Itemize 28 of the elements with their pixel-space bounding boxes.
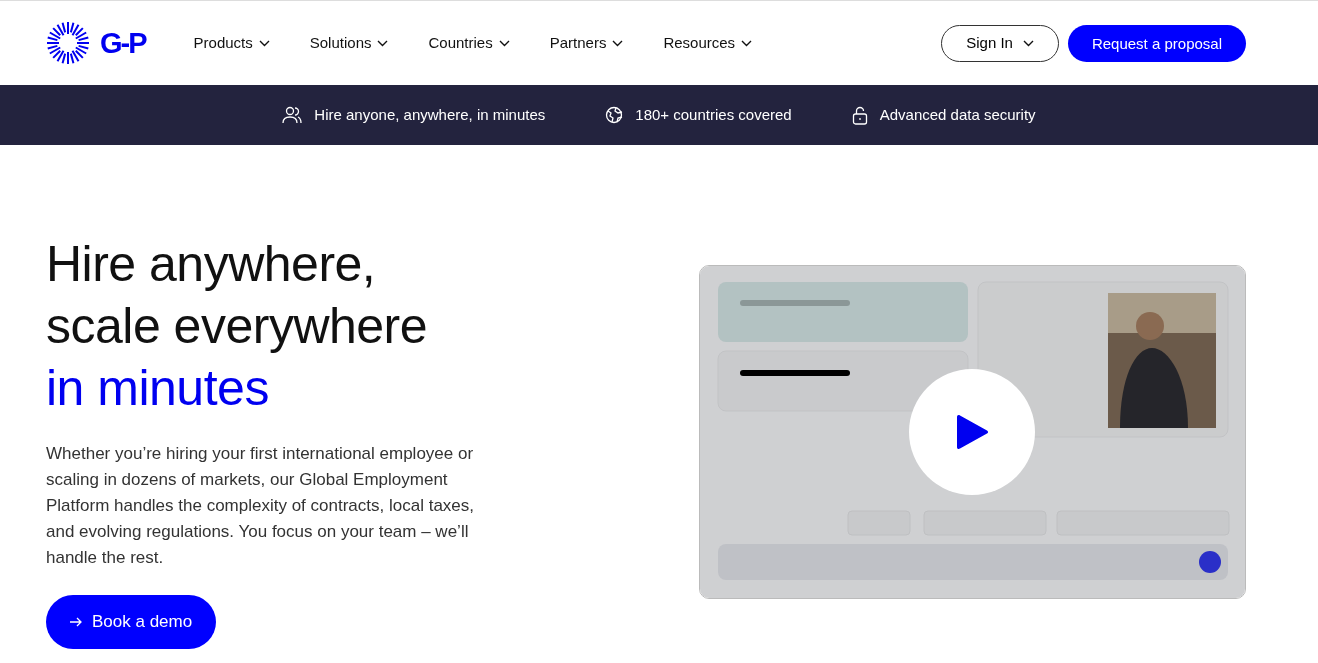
nav-menu[interactable]: Resources — [663, 31, 753, 55]
feature-text: Advanced data security — [879, 104, 1036, 125]
logo-icon — [46, 21, 90, 65]
nav-menu[interactable]: Countries — [428, 31, 510, 55]
logo-text[interactable]: G-P — [100, 28, 146, 58]
chevron-down-icon — [741, 39, 753, 47]
chevron-down-icon — [258, 39, 270, 47]
nav-menu[interactable]: Products — [193, 31, 270, 55]
arrow-right-icon — [70, 617, 82, 627]
hero-heading: scale everywhere — [46, 297, 429, 356]
people-icon — [282, 106, 303, 124]
globe-icon — [605, 106, 624, 124]
chevron-down-icon — [377, 39, 389, 47]
request-proposal-button[interactable]: Request a proposal — [1067, 24, 1246, 62]
nav-menu[interactable]: Partners — [549, 31, 624, 55]
play-icon — [955, 414, 989, 450]
book-demo-button[interactable]: Book a demo — [46, 595, 217, 649]
nav-menu[interactable]: Solutions — [309, 31, 389, 55]
hero-heading: Hire anywhere, — [46, 235, 377, 294]
feature-text: Hire anyone, anywhere, in minutes — [314, 104, 546, 125]
chevron-down-icon — [1022, 39, 1034, 47]
lock-icon — [851, 105, 868, 125]
feature-text: 180+ countries covered — [635, 104, 792, 125]
hero-description: Whether you’re hiring your first international employee or scaling in dozens of markets, our Global Employment Platform handles the complexity of contracts, local taxes, and evolving regulations. You focus on your team – we’ll handle the rest. — [46, 443, 476, 569]
sign-in-button[interactable]: Sign In — [941, 24, 1059, 62]
hero-heading-accent: in minutes — [46, 359, 270, 418]
chevron-down-icon — [612, 39, 624, 47]
chevron-down-icon — [498, 39, 510, 47]
